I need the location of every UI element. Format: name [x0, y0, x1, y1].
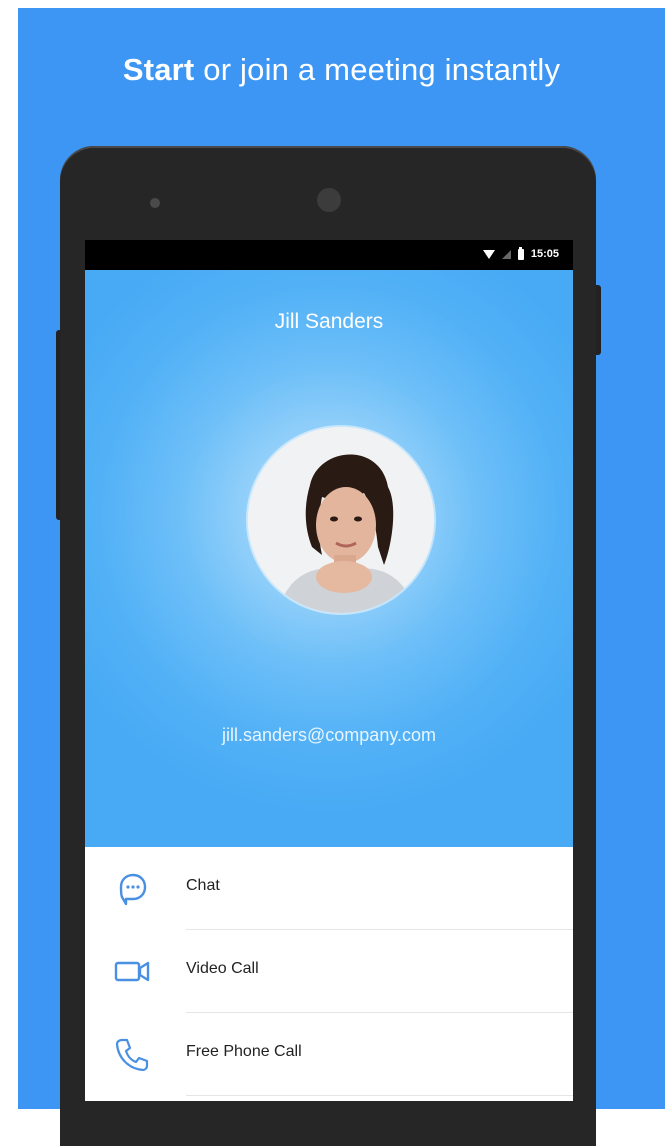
- profile-header: Jill Sanders jill.sanders@company.com: [85, 270, 573, 847]
- contact-email: jill.sanders@company.com: [221, 725, 436, 745]
- status-bar: 15:05: [85, 240, 573, 270]
- phone-screen: 15:05 Jill Sanders jill.sanders@company.…: [85, 240, 573, 1101]
- contact-actions: Chat Video Call Free Phone Call: [85, 847, 573, 1101]
- video-call-label: Video Call: [186, 960, 259, 977]
- phone-call-action[interactable]: Free Phone Call: [85, 1013, 573, 1096]
- phone-icon: [115, 1038, 149, 1072]
- front-camera: [317, 188, 341, 212]
- divider: [186, 1095, 573, 1096]
- chat-label: Chat: [186, 877, 220, 894]
- contact-name: Jill Sanders: [274, 310, 384, 333]
- headline-bold: Start: [122, 52, 195, 87]
- chat-bubble-icon: [119, 873, 147, 906]
- chat-action[interactable]: Chat: [85, 847, 573, 930]
- avatar[interactable]: [248, 427, 434, 613]
- phone-call-label: Free Phone Call: [186, 1043, 302, 1060]
- headline-rest: or join a meeting instantly: [194, 52, 561, 87]
- headline: Start or join a meeting instantly: [18, 52, 665, 88]
- status-time: 15:05: [530, 248, 559, 260]
- signal-icon: [501, 249, 511, 259]
- wifi-icon: [482, 249, 495, 259]
- avatar-portrait: [248, 427, 434, 613]
- video-call-action[interactable]: Video Call: [85, 930, 573, 1013]
- speaker-dot: [150, 198, 160, 208]
- battery-icon: [517, 246, 524, 260]
- video-camera-icon: [114, 961, 150, 982]
